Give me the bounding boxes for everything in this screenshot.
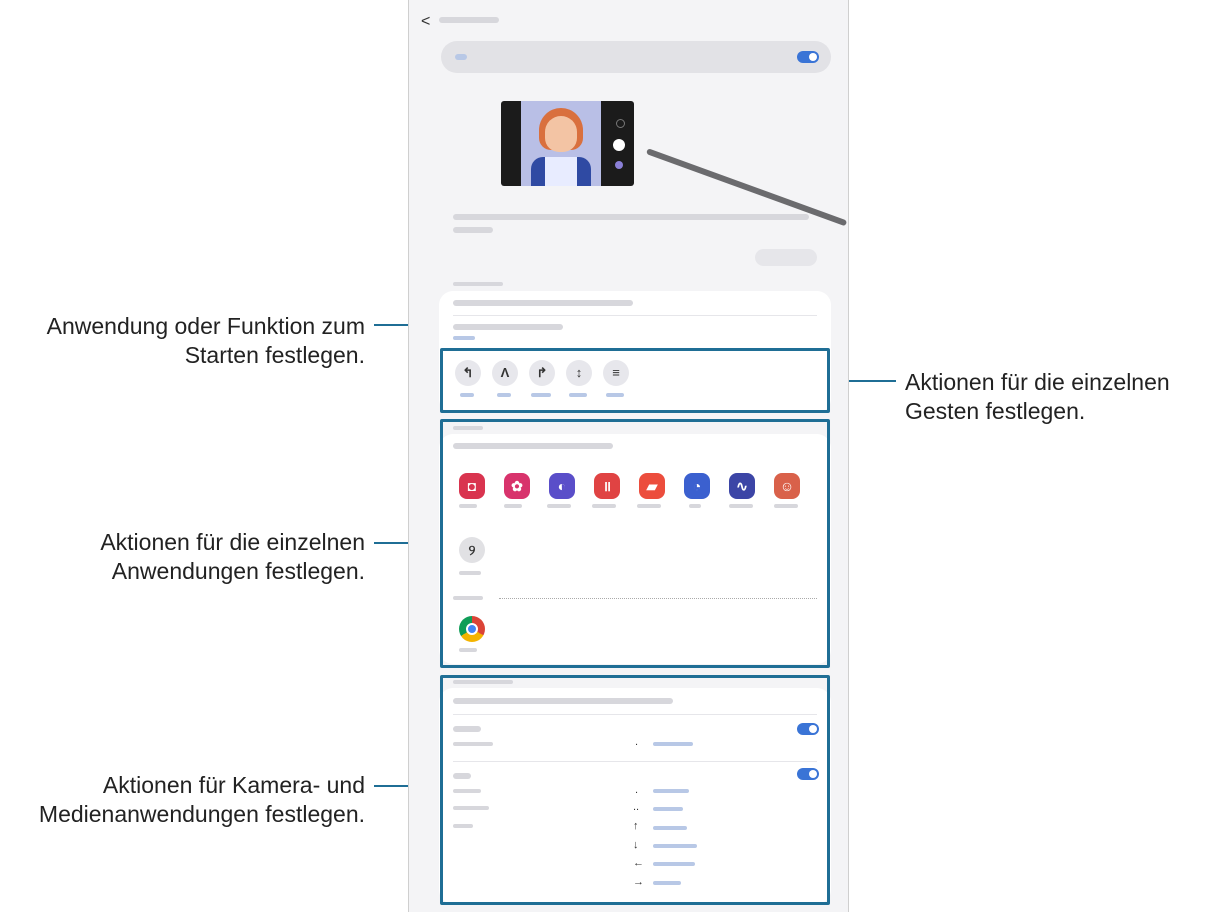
highlight-gestures xyxy=(440,348,830,413)
launch-setting-value xyxy=(453,336,475,340)
illustration xyxy=(501,101,634,186)
callout-launch: Anwendung oder Funktion zum Starten fest… xyxy=(46,313,365,368)
chevron-left-icon[interactable]: < xyxy=(421,13,430,31)
callout-apps: Aktionen für die einzelnen Anwendungen f… xyxy=(100,529,365,584)
learn-more-button[interactable] xyxy=(755,249,817,266)
master-switch-bar[interactable] xyxy=(441,41,831,73)
selfie-image xyxy=(521,101,601,186)
master-toggle[interactable] xyxy=(797,51,819,63)
callout-media: Aktionen für Kamera- und Medienanwendung… xyxy=(38,772,365,827)
highlight-apps xyxy=(440,419,830,668)
launch-setting[interactable] xyxy=(453,324,563,330)
launch-setting-title[interactable] xyxy=(453,300,633,306)
callout-gestures: Aktionen für die einzelnen Gesten festle… xyxy=(905,369,1170,424)
highlight-media xyxy=(440,675,830,905)
screen-title xyxy=(439,17,499,23)
